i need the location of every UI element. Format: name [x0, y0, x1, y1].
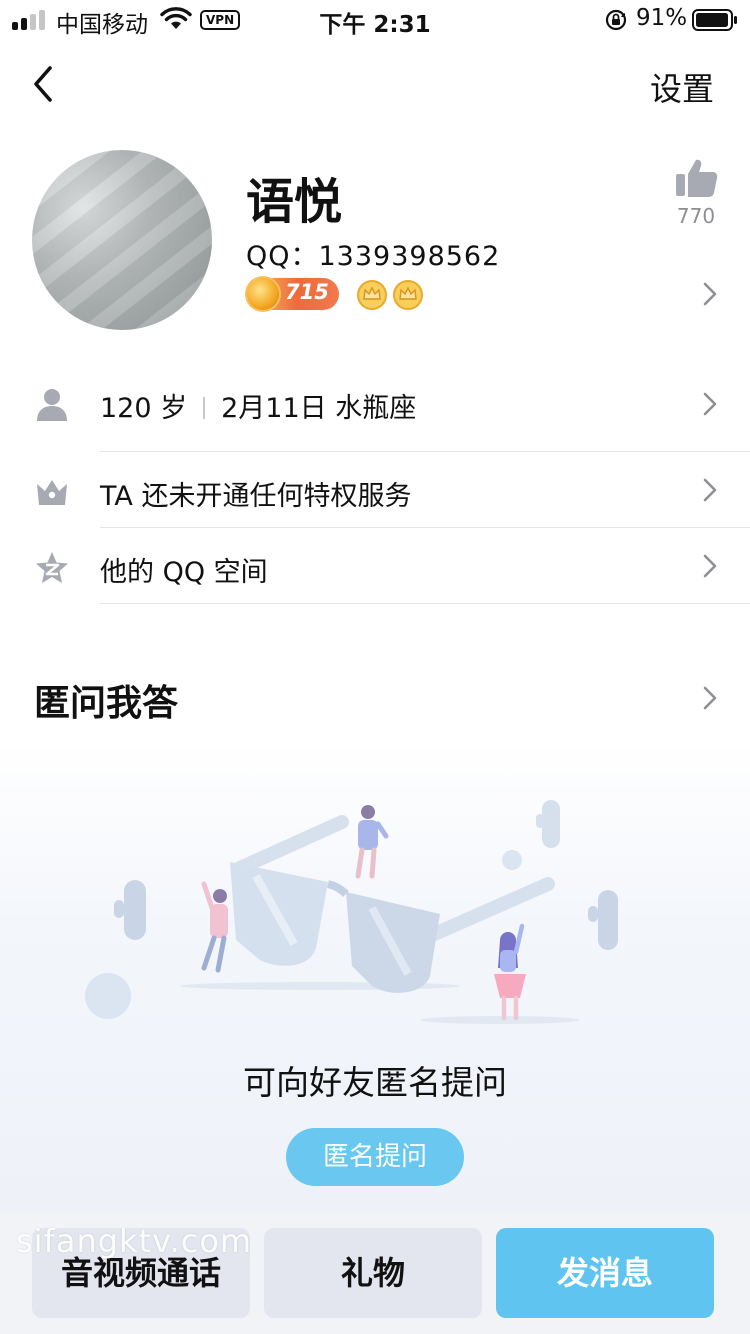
- privilege-label: TA 还未开通任何特权服务: [100, 481, 412, 512]
- level-coin-icon: [247, 278, 279, 310]
- divider: [100, 603, 750, 604]
- level-number: 715: [285, 280, 329, 304]
- empty-state-hint: 可向好友匿名提问: [243, 1063, 507, 1102]
- sunglasses-illustration: [85, 800, 618, 1024]
- avatar[interactable]: [32, 150, 212, 330]
- chevron-right-icon: [703, 478, 717, 502]
- divider: [100, 527, 750, 528]
- person-icon: [37, 389, 67, 421]
- thumbs-up-icon[interactable]: [676, 158, 718, 198]
- separator: [203, 397, 206, 419]
- divider: [100, 451, 750, 452]
- crown-icon: [357, 280, 387, 310]
- level-badge[interactable]: 715: [247, 278, 339, 310]
- battery-percent: 91%: [636, 5, 688, 31]
- chevron-right-icon[interactable]: [702, 280, 718, 308]
- crown-icon: [393, 280, 423, 310]
- like-count: 770: [676, 204, 716, 228]
- rotation-lock-icon: [605, 9, 627, 31]
- settings-button[interactable]: 设置: [650, 64, 714, 110]
- battery-icon: [692, 9, 737, 31]
- nickname: 语悦: [246, 174, 343, 230]
- chevron-right-icon[interactable]: [702, 684, 718, 712]
- anonymous-ask-button[interactable]: 匿名提问: [286, 1128, 464, 1186]
- chevron-right-icon: [703, 554, 717, 578]
- qq-number: QQ：1339398562: [246, 241, 501, 272]
- gift-button[interactable]: 礼物: [264, 1228, 482, 1318]
- chevron-right-icon: [703, 392, 717, 416]
- watermark-text: sifangktv.com: [16, 1222, 253, 1260]
- age-label: 120 岁: [100, 393, 188, 424]
- crown-icon: [37, 480, 67, 505]
- qzone-star-icon: [36, 552, 68, 583]
- back-button[interactable]: [28, 62, 64, 106]
- status-bar: 中国移动 VPN 下午 2:31 91%: [0, 0, 750, 40]
- send-message-button[interactable]: 发消息: [496, 1228, 714, 1318]
- section-title-anonymous-qa[interactable]: 匿问我答: [34, 674, 178, 726]
- birthday-label: 2月11日 水瓶座: [221, 393, 417, 424]
- qzone-label: 他的 QQ 空间: [100, 557, 268, 588]
